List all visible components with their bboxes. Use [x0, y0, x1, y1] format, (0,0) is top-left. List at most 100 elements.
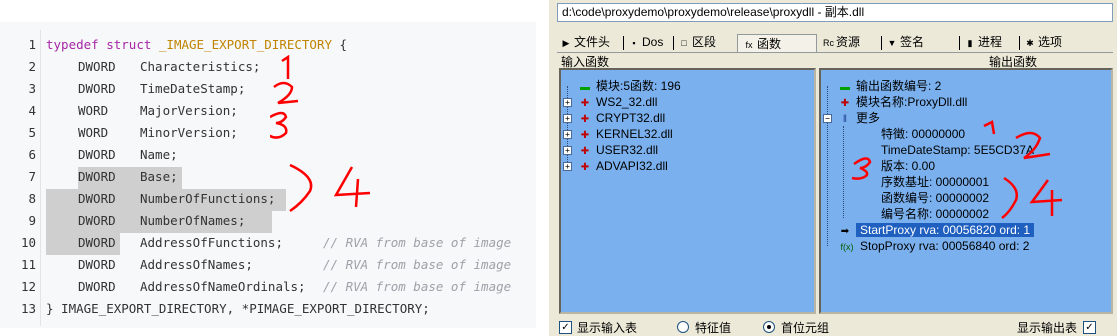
expand-icon[interactable]: +	[563, 146, 572, 155]
expand-icon[interactable]: +	[563, 98, 572, 107]
tab-separator	[881, 36, 882, 50]
code-comment: // RVA from base of image	[323, 235, 512, 250]
field-type: DWORD	[78, 191, 116, 206]
detail-name-count[interactable]: 编号名称: 00000002	[881, 206, 989, 222]
info-icon: ǁ	[842, 114, 848, 125]
line-number: 12	[20, 279, 36, 294]
code-comment: // RVA from base of image	[323, 257, 512, 272]
field-type: DWORD	[78, 147, 116, 162]
field-type: DWORD	[78, 213, 116, 228]
file-path-field[interactable]: d:\code\proxydemo\proxydemo\release\prox…	[557, 3, 1113, 22]
collapse-icon[interactable]: −	[823, 114, 832, 123]
tab-process[interactable]: ▮ 进程	[965, 32, 1003, 52]
file-icon: ▶	[562, 38, 570, 48]
expand-icon[interactable]: +	[563, 114, 572, 123]
export-function-row[interactable]: f(x) StopProxy rva: 00056840 ord: 2	[839, 238, 1030, 254]
expand-icon[interactable]: +	[563, 130, 572, 139]
options-icon: ✱	[1026, 38, 1034, 48]
export-tree[interactable]: ▬ 输出函数编号: 2 ✚ 模块名称:ProxyDll.dll − ǁ 更多 特徵: …	[819, 68, 1113, 314]
show-exports-checkbox[interactable]: ✓	[1083, 321, 1096, 334]
field-type: DWORD	[78, 257, 116, 272]
import-tree[interactable]: ▬ 模块:5函数: 196 + ✚ WS2_32.dll + ✚ CRYPT32.dl…	[559, 68, 816, 314]
import-root[interactable]: ▬ 模块:5函数: 196	[579, 78, 681, 94]
line-number: 9	[28, 213, 36, 228]
detail-version[interactable]: 版本: 0.00	[881, 158, 935, 174]
first-tuple-radio[interactable]	[763, 321, 775, 333]
tab-function[interactable]: fx 函数	[737, 34, 817, 52]
line-number: 10	[20, 235, 36, 250]
function-icon: f(x)	[840, 242, 854, 252]
keyword-typedef: typedef	[46, 37, 99, 52]
tab-separator	[673, 36, 674, 50]
tab-signature[interactable]: ▼ 签名	[887, 32, 924, 52]
code-panel: 1 2 3 4 5 6 7 8 9 10 11 12 13 typedef st…	[0, 22, 536, 328]
line-number: 3	[28, 81, 36, 96]
tree-item-module[interactable]: ✚ USER32.dll	[579, 142, 658, 158]
field-name: Base;	[140, 169, 178, 184]
tree-line	[843, 126, 844, 218]
line-number: 4	[28, 103, 36, 118]
tree-item-more[interactable]: ǁ 更多	[839, 110, 880, 126]
export-module-name[interactable]: ✚ 模块名称:ProxyDll.dll	[839, 94, 968, 110]
code-comment: // RVA from base of image	[323, 279, 512, 294]
line-number: 7	[28, 169, 36, 184]
line-number: 2	[28, 59, 36, 74]
field-name: AddressOfNames;	[140, 257, 253, 272]
bottom-options: ✓ 显示输入表 特征值 首位元组 显示输出表 ✓	[549, 318, 1117, 336]
field-type: DWORD	[78, 279, 116, 294]
line-number: 8	[28, 191, 36, 206]
tab-resource[interactable]: Rc 资源	[823, 32, 860, 52]
field-name: TimeDateStamp;	[140, 81, 246, 96]
field-type: DWORD	[78, 59, 116, 74]
dos-icon: ▪	[632, 38, 636, 48]
open-brace: {	[332, 37, 348, 52]
pe-viewer-window: d:\code\proxydemo\proxydemo\release\prox…	[549, 0, 1117, 336]
show-exports-label: 显示输出表	[1017, 321, 1078, 335]
field-name: MajorVersion;	[140, 103, 238, 118]
keyword-struct: struct	[106, 37, 152, 52]
tab-bar: ▶ 文件头 ▪ Dos □ 区段 fx 函数 Rc 资源 ▼ 签名 ▮ 进程 ✱ 选项	[557, 32, 1113, 54]
line-number: 13	[20, 301, 36, 316]
tab-options[interactable]: ✱ 选项	[1025, 32, 1062, 52]
process-icon: ▮	[967, 38, 973, 48]
field-name: Name;	[140, 147, 178, 162]
gutter-divider	[40, 30, 41, 326]
resource-icon: Rc	[823, 38, 834, 48]
tree-line	[827, 86, 828, 246]
export-function-row-selected[interactable]: ➡ StartProxy rva: 00056820 ord: 1	[839, 222, 1035, 238]
tree-item-module[interactable]: ✚ WS2_32.dll	[579, 94, 658, 110]
field-type: DWORD	[78, 81, 116, 96]
dll-icon: ✚	[580, 162, 590, 173]
tree-item-module[interactable]: ✚ CRYPT32.dll	[579, 110, 665, 126]
detail-characteristics[interactable]: 特徵: 00000000	[881, 126, 965, 142]
code-line-closing: } IMAGE_EXPORT_DIRECTORY, *PIMAGE_EXPORT…	[46, 301, 430, 316]
detail-function-count[interactable]: 函数编号: 00000002	[881, 190, 989, 206]
tab-separator	[623, 36, 624, 50]
tab-file-header[interactable]: ▶ 文件头	[561, 32, 610, 52]
detail-ordinal-base[interactable]: 序数基址: 00000001	[881, 174, 989, 190]
line-number: 5	[28, 125, 36, 140]
feature-label: 特征值	[695, 321, 732, 335]
field-type: DWORD	[78, 169, 116, 184]
feature-radio[interactable]	[677, 321, 689, 333]
code-line-field: DWORD	[78, 59, 116, 74]
tab-section[interactable]: □ 区段	[679, 32, 716, 52]
export-count[interactable]: ▬ 输出函数编号: 2	[839, 78, 941, 94]
struct-name: _IMAGE_EXPORT_DIRECTORY	[158, 37, 332, 52]
first-tuple-label: 首位元组	[781, 321, 830, 335]
tree-item-module[interactable]: ✚ ADVAPI32.dll	[579, 158, 668, 174]
signature-icon: ▼	[887, 38, 897, 48]
tree-item-module[interactable]: ✚ KERNEL32.dll	[579, 126, 673, 142]
field-type: WORD	[78, 103, 109, 118]
field-type: DWORD	[78, 235, 116, 250]
field-type: WORD	[78, 125, 109, 140]
code-line-typedef: typedef struct _IMAGE_EXPORT_DIRECTORY {	[46, 37, 347, 52]
tab-dos[interactable]: ▪ Dos	[629, 32, 663, 52]
line-number: 6	[28, 147, 36, 162]
detail-timestamp[interactable]: TimeDateStamp: 5E5CD37A	[881, 142, 1034, 158]
expand-icon[interactable]: +	[563, 162, 572, 171]
field-name: AddressOfFunctions;	[140, 235, 283, 250]
show-imports-checkbox[interactable]: ✓	[559, 321, 572, 334]
tab-separator	[959, 36, 960, 50]
field-name: Characteristics;	[140, 59, 261, 74]
